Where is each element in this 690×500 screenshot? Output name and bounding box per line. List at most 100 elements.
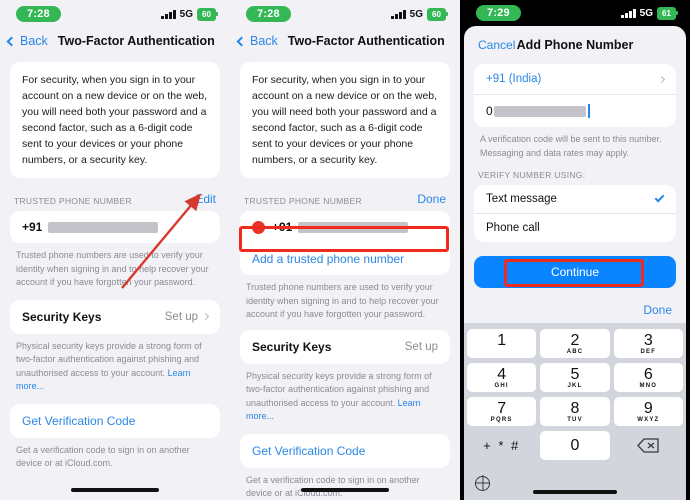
key-number: 7 xyxy=(497,400,507,417)
trusted-phone-footnote: Trusted phone numbers are used to verify… xyxy=(16,250,209,287)
intro-text: For security, when you sign in to your a… xyxy=(22,74,208,166)
status-bar: 7:28 5G 60 xyxy=(0,0,230,28)
security-keys-row[interactable]: Security Keys Set up xyxy=(240,329,450,364)
key-letters: DEF xyxy=(640,349,657,355)
key-9[interactable]: 9 WXYZ xyxy=(613,397,683,426)
back-label: Back xyxy=(20,34,48,48)
security-keys-action[interactable]: Set up xyxy=(405,341,438,353)
security-keys-row[interactable]: Security Keys Set up xyxy=(10,299,220,334)
key-number: 4 xyxy=(497,366,507,383)
country-code-label: +91 xyxy=(22,220,43,234)
security-keys-action[interactable]: Set up xyxy=(164,310,210,323)
status-indicators: 5G 60 xyxy=(161,7,218,21)
country-code-value: +91 (India) xyxy=(486,73,542,85)
key-letters: PQRS xyxy=(490,417,513,423)
intro-card: For security, when you sign in to your a… xyxy=(10,62,220,178)
network-type-label: 5G xyxy=(179,8,193,20)
trusted-phone-row[interactable]: +91 xyxy=(10,211,220,243)
status-indicators: 5G 60 xyxy=(391,7,448,21)
chevron-right-icon xyxy=(657,75,666,83)
key-letters: TUV xyxy=(567,417,583,423)
trusted-phone-label: TRUSTED PHONE NUMBER xyxy=(14,196,132,206)
phone-entry-group: +91 (India) 0 xyxy=(474,64,676,127)
key-symbols[interactable]: + * # xyxy=(467,431,536,460)
signal-bars-icon xyxy=(161,9,176,19)
network-type-label: 5G xyxy=(409,8,423,20)
keypad-row: 4 GHI 5 JKL 6 MNO xyxy=(467,363,683,392)
country-code-label: +91 xyxy=(272,220,293,234)
done-button[interactable]: Done xyxy=(417,192,446,206)
phone-number-footnote: A verification code will be sent to this… xyxy=(480,134,662,158)
panel-edit-trusted-numbers: 7:28 5G 60 Back Two-Factor Authenticatio… xyxy=(230,0,460,500)
verify-option-phone-call[interactable]: Phone call xyxy=(474,213,676,242)
numeric-keypad: 1 2 ABC 3 DEF 4 GHI 5 JKL 6 MNO 7 PQRS 8… xyxy=(464,324,686,500)
page-title: Two-Factor Authentication xyxy=(57,34,215,48)
security-keys-label: Security Keys xyxy=(22,309,102,324)
back-button[interactable]: Back xyxy=(6,34,48,48)
status-time: 7:29 xyxy=(476,5,521,21)
key-2[interactable]: 2 ABC xyxy=(540,329,610,358)
key-letters: MNO xyxy=(639,383,658,389)
edit-button[interactable]: Edit xyxy=(195,192,216,206)
back-label: Back xyxy=(250,34,278,48)
trusted-phone-row[interactable]: +91 xyxy=(240,211,450,243)
status-indicators: 5G 61 xyxy=(621,6,678,20)
verify-option-label: Phone call xyxy=(486,222,540,234)
verify-option-label: Text message xyxy=(486,193,557,205)
verify-option-text-message[interactable]: Text message xyxy=(474,185,676,213)
get-verification-code-row[interactable]: Get Verification Code xyxy=(240,433,450,468)
sheet-title: Add Phone Number xyxy=(516,38,634,52)
redacted-phone-number xyxy=(493,105,586,117)
key-1[interactable]: 1 xyxy=(467,329,537,358)
battery-icon: 61 xyxy=(657,6,678,20)
delete-circle-minus-icon[interactable] xyxy=(252,220,265,234)
text-cursor xyxy=(587,104,590,118)
back-button[interactable]: Back xyxy=(236,34,278,48)
home-indicator xyxy=(71,488,159,492)
redacted-phone-number xyxy=(298,221,409,233)
verify-method-header: VERIFY NUMBER USING: xyxy=(474,160,676,185)
security-keys-footnote: Physical security keys provide a strong … xyxy=(240,364,450,424)
add-trusted-phone-label: Add a trusted phone number xyxy=(252,252,405,266)
continue-button[interactable]: Continue xyxy=(474,256,676,288)
chevron-left-icon xyxy=(6,36,17,46)
nav-bar: Back Two-Factor Authentication xyxy=(230,28,460,62)
add-trusted-phone-row[interactable]: Add a trusted phone number xyxy=(240,243,450,275)
status-time: 7:28 xyxy=(16,6,61,22)
panel-content: For security, when you sign in to your a… xyxy=(230,62,460,500)
key-0[interactable]: 0 xyxy=(540,431,610,460)
key-number: 9 xyxy=(643,400,653,417)
backspace-icon[interactable] xyxy=(614,431,683,460)
get-verification-code-label: Get Verification Code xyxy=(252,443,366,458)
security-keys-setup-label: Set up xyxy=(404,340,438,353)
battery-icon: 60 xyxy=(427,7,448,21)
verify-method-group: Text message Phone call xyxy=(474,185,676,242)
screenshot-stage: 7:28 5G 60 Back Two-Factor Authenticatio… xyxy=(0,0,690,500)
key-6[interactable]: 6 MNO xyxy=(613,363,683,392)
key-7[interactable]: 7 PQRS xyxy=(467,397,537,426)
key-8[interactable]: 8 TUV xyxy=(540,397,610,426)
key-5[interactable]: 5 JKL xyxy=(540,363,610,392)
sheet-nav-bar: Cancel Add Phone Number xyxy=(464,26,686,64)
panel-content: For security, when you sign in to your a… xyxy=(0,62,230,471)
home-indicator xyxy=(301,488,389,492)
keyboard-done-button[interactable]: Done xyxy=(643,303,672,317)
nav-bar: Back Two-Factor Authentication xyxy=(0,28,230,62)
keypad-row: 7 PQRS 8 TUV 9 WXYZ xyxy=(467,397,683,426)
page-title: Two-Factor Authentication xyxy=(287,34,445,48)
keypad-row: 1 2 ABC 3 DEF xyxy=(467,329,683,358)
key-number: 5 xyxy=(570,366,580,383)
phone-number-input[interactable]: 0 xyxy=(474,95,676,127)
key-number: 3 xyxy=(643,332,653,349)
country-code-row[interactable]: +91 (India) xyxy=(474,64,676,95)
key-number: 2 xyxy=(570,332,580,349)
globe-icon[interactable] xyxy=(475,475,490,491)
key-letters: WXYZ xyxy=(637,417,660,423)
key-4[interactable]: 4 GHI xyxy=(467,363,537,392)
security-keys-label: Security Keys xyxy=(252,339,332,354)
trusted-phone-label: TRUSTED PHONE NUMBER xyxy=(244,196,362,206)
security-keys-setup-label: Set up xyxy=(164,310,198,323)
key-3[interactable]: 3 DEF xyxy=(613,329,683,358)
trusted-phone-header: TRUSTED PHONE NUMBER Edit xyxy=(10,178,220,211)
get-verification-code-row[interactable]: Get Verification Code xyxy=(10,403,220,438)
